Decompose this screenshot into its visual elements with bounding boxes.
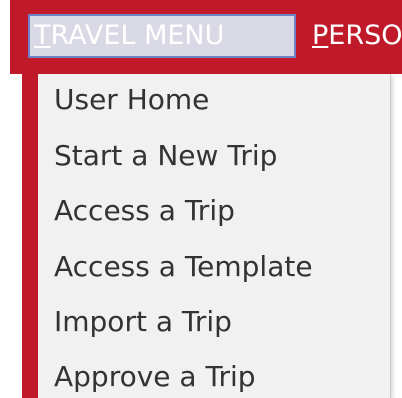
top-navbar: TRAVEL MENU PERSO (10, 0, 402, 74)
tab-travel-menu[interactable]: TRAVEL MENU (28, 14, 296, 58)
menu-item-start-new-trip[interactable]: Start a New Trip (54, 133, 277, 179)
tab-label: RAVEL MENU (50, 20, 225, 51)
menu-side-strip (22, 74, 38, 398)
background-edge-mark (392, 300, 402, 340)
tab-label: ERSO (328, 20, 402, 51)
app-page: TRAVEL MENU PERSO User Home Start a New … (0, 0, 402, 398)
menu-item-approve-trip[interactable]: Approve a Trip (54, 354, 256, 398)
menu-item-import-trip[interactable]: Import a Trip (54, 299, 232, 345)
menu-item-access-trip[interactable]: Access a Trip (54, 188, 235, 234)
travel-menu-dropdown: User Home Start a New Trip Access a Trip… (38, 74, 391, 398)
menu-item-access-template[interactable]: Access a Template (54, 244, 313, 290)
tab-accesskey-letter: P (312, 20, 329, 51)
tab-accesskey-letter: T (34, 20, 51, 51)
menu-item-user-home[interactable]: User Home (54, 77, 209, 123)
tab-personal[interactable]: PERSO (312, 14, 402, 58)
